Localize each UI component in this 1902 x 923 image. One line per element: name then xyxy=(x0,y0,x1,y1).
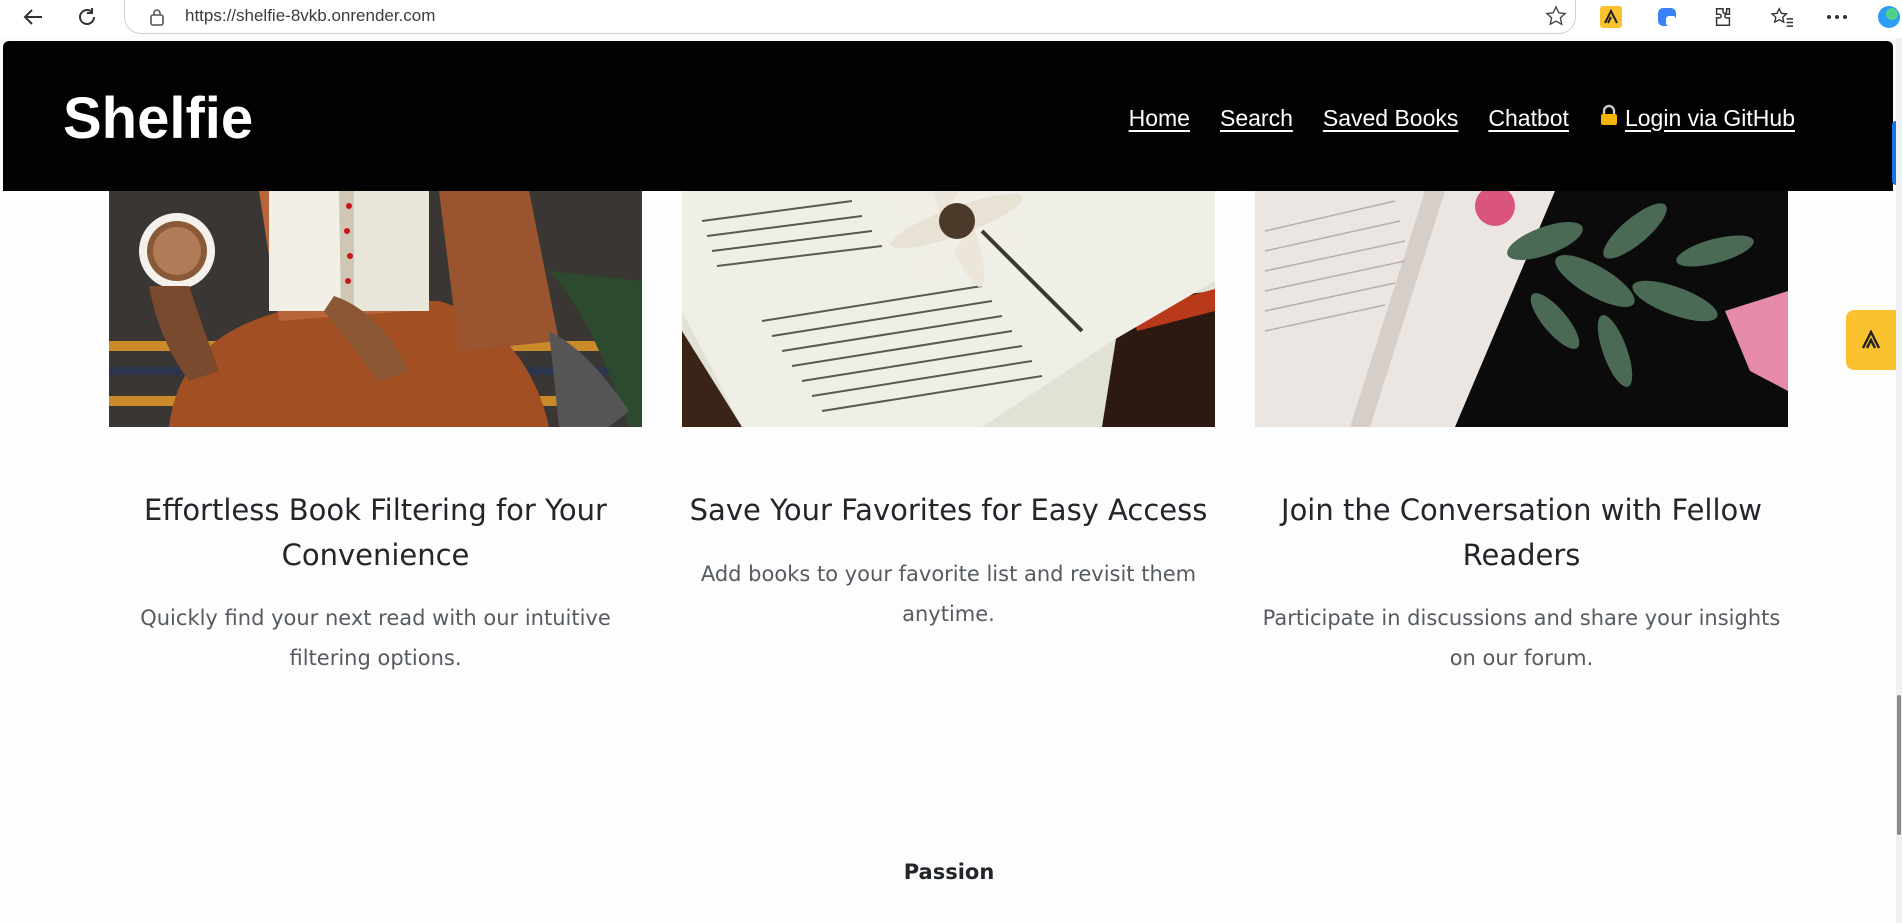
feature-image-filtering xyxy=(109,191,642,427)
favorite-star-icon[interactable] xyxy=(1545,5,1567,31)
feature-title-favorites: Save Your Favorites for Easy Access xyxy=(689,493,1208,527)
extension-yellow-icon[interactable] xyxy=(1598,4,1624,30)
feature-text-filtering: Quickly find your next read with our int… xyxy=(140,606,611,670)
brand-logo[interactable]: Shelfie xyxy=(63,85,253,152)
address-bar[interactable]: https://shelfie-8vkb.onrender.com xyxy=(124,0,1576,34)
site-header: Shelfie Home Search Saved Books Chatbot … xyxy=(3,41,1893,191)
nav-home-link[interactable]: Home xyxy=(1129,104,1190,132)
feature-title-forum: Join the Conversation with Fellow Reader… xyxy=(1281,493,1762,572)
feature-image-favorites xyxy=(682,191,1215,427)
copilot-icon[interactable] xyxy=(1876,4,1902,30)
feature-title-filtering: Effortless Book Filtering for Your Conve… xyxy=(144,493,607,572)
site-info-icon[interactable] xyxy=(149,8,165,30)
more-menu-icon[interactable] xyxy=(1824,4,1850,30)
refresh-icon[interactable] xyxy=(72,2,102,32)
url-text: https://shelfie-8vkb.onrender.com xyxy=(185,6,436,25)
back-icon[interactable] xyxy=(18,2,48,32)
lock-icon xyxy=(1599,104,1619,132)
extension-blue-icon[interactable] xyxy=(1654,4,1680,30)
widget-logo-icon xyxy=(1861,329,1881,349)
nav-login-label: Login via GitHub xyxy=(1624,104,1795,131)
nav-search-link[interactable]: Search xyxy=(1220,104,1293,132)
main-nav: Home Search Saved Books Chatbot Login vi… xyxy=(1129,104,1795,132)
scrollbar-thumb[interactable] xyxy=(1897,695,1901,835)
nav-login-github-link[interactable]: Login via GitHub xyxy=(1599,104,1795,132)
browser-toolbar: https://shelfie-8vkb.onrender.com xyxy=(0,0,1902,36)
floating-extension-widget[interactable] xyxy=(1846,310,1896,370)
feature-text-favorites: Add books to your favorite list and revi… xyxy=(700,562,1197,626)
feature-text-forum: Participate in discussions and share you… xyxy=(1262,606,1781,670)
nav-chatbot-link[interactable]: Chatbot xyxy=(1488,104,1569,132)
section-label: Passion xyxy=(903,860,995,884)
nav-saved-books-link[interactable]: Saved Books xyxy=(1323,104,1459,132)
extensions-puzzle-icon[interactable] xyxy=(1710,4,1736,30)
feature-image-forum xyxy=(1255,191,1788,427)
favorites-list-icon[interactable] xyxy=(1769,4,1795,30)
